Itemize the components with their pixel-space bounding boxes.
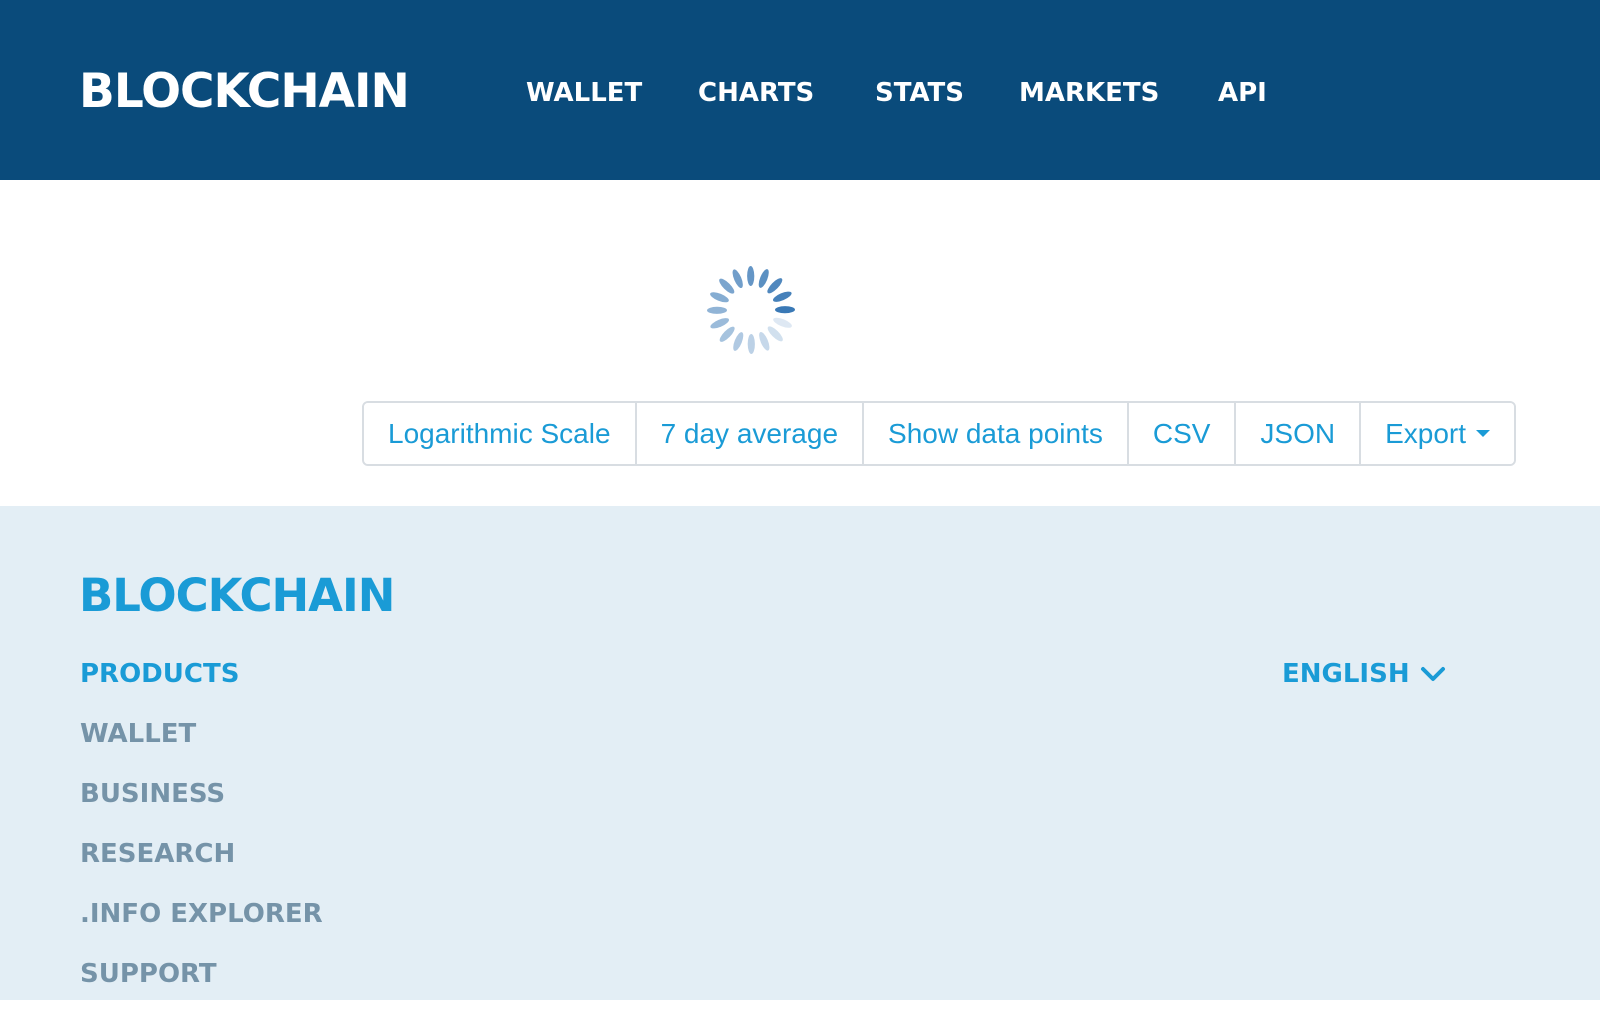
- spinner-graphic: [707, 266, 795, 354]
- spinner-segment: [732, 269, 743, 289]
- spinner-segment: [710, 292, 729, 303]
- seven-day-average-button[interactable]: 7 day average: [636, 403, 865, 464]
- footer-link-research[interactable]: RESEARCH: [80, 836, 323, 896]
- spinner-segment: [773, 317, 792, 328]
- nav-item-markets[interactable]: MARKETS: [1019, 73, 1159, 113]
- chevron-down-icon: [1420, 667, 1445, 681]
- nav-item-api[interactable]: API: [1218, 73, 1267, 113]
- caret-down-icon: [1476, 430, 1491, 437]
- spinner-segment: [747, 333, 755, 354]
- spinner-segment: [767, 326, 783, 342]
- products-heading: PRODUCTS: [80, 659, 240, 689]
- nav-item-charts[interactable]: CHARTS: [698, 73, 814, 113]
- spinner-segment: [772, 291, 792, 302]
- spinner-segment: [747, 266, 755, 287]
- loading-spinner-icon: [703, 262, 799, 358]
- nav-item-stats[interactable]: STATS: [875, 73, 964, 113]
- spinner-segment: [710, 318, 730, 329]
- csv-label: CSV: [1152, 417, 1211, 449]
- log-scale-button[interactable]: Logarithmic Scale: [364, 403, 637, 464]
- spinner-segment: [719, 326, 735, 342]
- footer-link-support[interactable]: SUPPORT: [80, 956, 323, 1016]
- seven-day-average-label: 7 day average: [660, 417, 839, 449]
- log-scale-label: Logarithmic Scale: [388, 417, 611, 449]
- export-label: Export: [1385, 417, 1467, 449]
- json-button[interactable]: JSON: [1236, 403, 1362, 464]
- footer-brand-logo[interactable]: BLOCKCHAIN: [79, 566, 395, 626]
- json-label: JSON: [1260, 417, 1336, 449]
- export-dropdown-button[interactable]: Export: [1361, 403, 1515, 464]
- show-data-points-button[interactable]: Show data points: [864, 403, 1129, 464]
- chart-options-toolbar: Logarithmic Scale 7 day average Show dat…: [362, 401, 1517, 466]
- footer-link-info-explorer[interactable]: .INFO EXPLORER: [80, 896, 323, 956]
- language-label: ENGLISH: [1282, 659, 1410, 689]
- footer-product-links: WALLET BUSINESS RESEARCH .INFO EXPLORER …: [80, 716, 323, 1016]
- brand-logo[interactable]: BLOCKCHAIN: [79, 62, 410, 122]
- spinner-segment: [733, 332, 744, 351]
- language-selector[interactable]: ENGLISH: [1282, 656, 1446, 692]
- csv-button[interactable]: CSV: [1128, 403, 1237, 464]
- spinner-segment: [767, 278, 783, 294]
- top-navigation-bar: BLOCKCHAIN WALLET CHARTS STATS MARKETS A…: [0, 0, 1600, 180]
- spinner-segment: [774, 306, 795, 314]
- nav-item-wallet[interactable]: WALLET: [526, 73, 642, 113]
- spinner-segment: [758, 269, 769, 288]
- spinner-segment: [759, 331, 770, 351]
- footer-link-wallet[interactable]: WALLET: [80, 716, 323, 776]
- site-footer: BLOCKCHAIN PRODUCTS WALLET BUSINESS RESE…: [0, 506, 1600, 1000]
- footer-link-business[interactable]: BUSINESS: [80, 776, 323, 836]
- spinner-segment: [707, 306, 728, 314]
- spinner-segment: [719, 278, 735, 294]
- show-data-points-label: Show data points: [888, 417, 1103, 449]
